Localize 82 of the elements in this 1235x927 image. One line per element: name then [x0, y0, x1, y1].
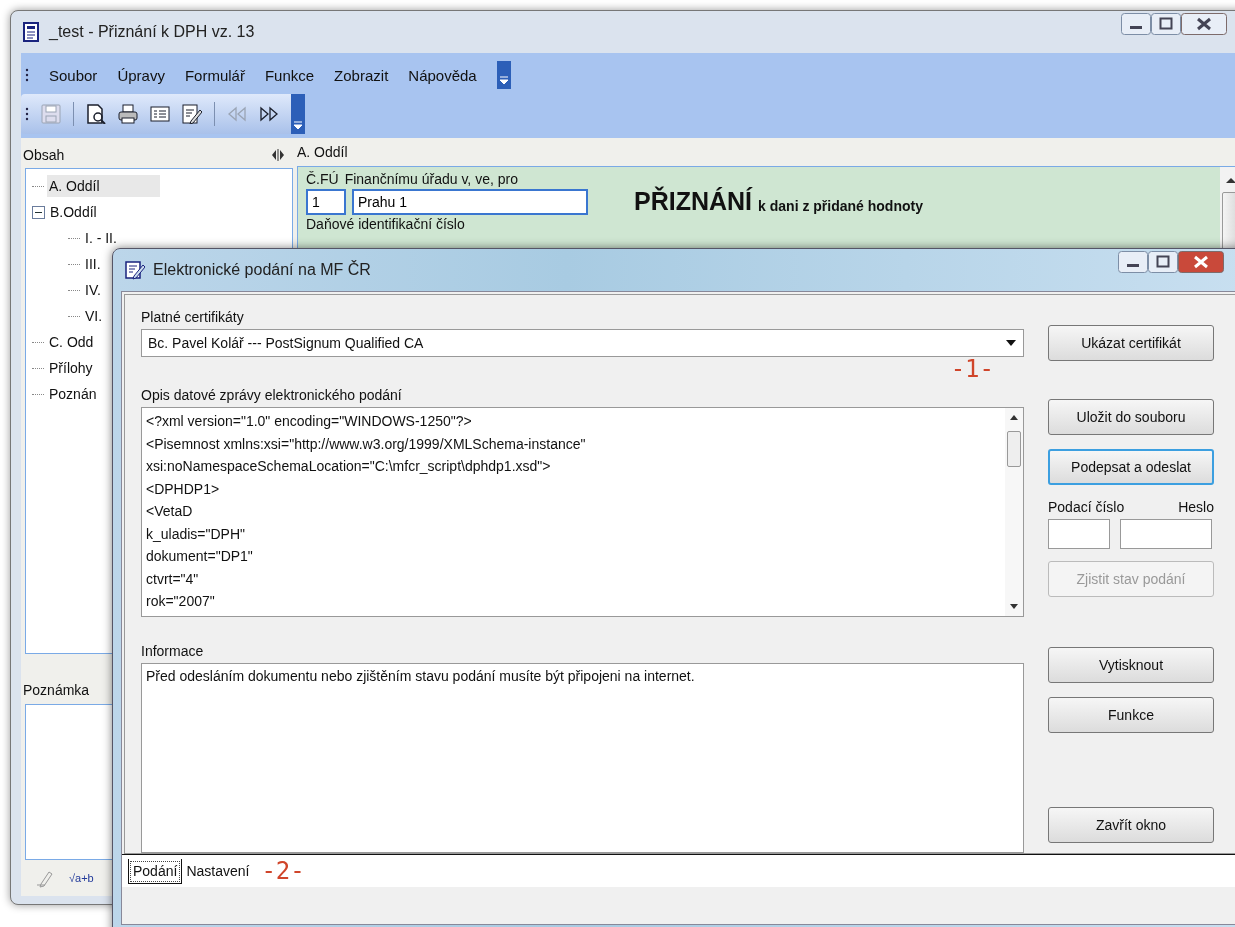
field-label: Opis datové zprávy elektronického podání: [141, 386, 403, 403]
close-window-button[interactable]: Zavřít okno: [1048, 807, 1214, 843]
tree-item[interactable]: C. Odd: [47, 331, 96, 353]
field-label: Podací číslo: [1048, 499, 1125, 515]
text-line: ctvrt="4": [146, 569, 200, 589]
field-label: Heslo: [1178, 499, 1214, 515]
section-title: A. Oddíl: [297, 144, 349, 162]
overflow-chevron-icon[interactable]: [496, 61, 511, 89]
grip-icon[interactable]: [25, 67, 29, 83]
form-subheading: k dani z přidané hodnoty: [758, 197, 923, 214]
scroll-down-icon[interactable]: [1009, 603, 1019, 610]
text-line: <VetaD: [146, 502, 194, 521]
edit-document-icon[interactable]: [125, 260, 145, 280]
field-label: Č.FÚ: [306, 171, 339, 187]
annotation-label: -2-: [261, 859, 305, 883]
tree-item[interactable]: I. - II.: [83, 227, 119, 249]
menu-item[interactable]: Úpravy: [117, 66, 165, 84]
text-line: rok="2007": [146, 592, 216, 611]
text-line: <DPHDP1>: [146, 479, 221, 499]
password-field[interactable]: [1120, 519, 1212, 549]
window-title: _test - Přiznání k DPH vz. 13: [49, 23, 255, 41]
formula-tool[interactable]: √a+b: [69, 872, 94, 884]
minimize-icon[interactable]: [1118, 251, 1148, 273]
menu-item[interactable]: Zobrazit: [334, 66, 389, 84]
tree-item[interactable]: B.Oddíl: [48, 201, 99, 223]
pane-title: Poznámka: [22, 682, 91, 700]
menu-item[interactable]: Funkce: [264, 66, 315, 84]
text-line: dokument="DP1": [146, 547, 254, 566]
show-certificate-button[interactable]: Ukázat certifikát: [1048, 325, 1214, 361]
print-preview-icon[interactable]: [86, 104, 106, 124]
dialog-title: Elektronické podání na MF ČR: [153, 261, 371, 279]
tree-item[interactable]: IV.: [83, 279, 103, 301]
office-number-field[interactable]: 1: [306, 188, 346, 215]
splitter-icon[interactable]: [271, 149, 285, 161]
filing-number-field[interactable]: [1048, 519, 1110, 549]
form-heading: PŘIZNÁNÍ: [634, 187, 753, 216]
tree-item[interactable]: A. Oddíl: [47, 175, 160, 197]
text-line: xsi:noNamespaceSchemaLocation="C:\mfcr_script\dphdp1.xsd">: [146, 457, 552, 476]
office-field[interactable]: Prahu 1: [352, 188, 588, 215]
annotation-label: -1-: [950, 357, 994, 381]
close-icon[interactable]: [1178, 251, 1224, 273]
grip-icon[interactable]: [25, 106, 29, 122]
tree-item[interactable]: Poznán: [47, 383, 99, 405]
tree-item[interactable]: Přílohy: [47, 357, 95, 379]
text-line: <Pisemnost xmlns:xsi="http://www.w3.org/1999/XMLSchema-instance": [146, 434, 587, 454]
scroll-thumb[interactable]: [1007, 431, 1021, 467]
certificate-dropdown[interactable]: Bc. Pavel Kolář --- PostSignum Qualified CA: [141, 329, 1024, 357]
overflow-chevron-icon[interactable]: [291, 94, 305, 134]
action-button[interactable]: Funkce: [1048, 697, 1214, 733]
close-icon[interactable]: [1181, 13, 1227, 35]
double-right-arrow-icon[interactable]: [259, 104, 279, 124]
text-line: <?xml version="1.0" encoding="WINDOWS-1250"?>: [146, 412, 473, 431]
pane-title: Obsah: [23, 147, 65, 163]
tab[interactable]: Nastavení: [182, 859, 254, 883]
action-button[interactable]: Vytisknout: [1048, 647, 1214, 683]
printer-icon[interactable]: [118, 104, 138, 124]
scrollbar[interactable]: [1005, 408, 1023, 616]
scroll-up-icon[interactable]: [1225, 177, 1235, 184]
field-label: Daňové identifikační číslo: [306, 216, 466, 232]
tree-item[interactable]: VI.: [83, 305, 105, 327]
menu-item[interactable]: Soubor: [49, 66, 98, 84]
text-line: k_uladis="DPH": [146, 524, 247, 544]
field-label: Informace: [141, 642, 205, 659]
maximize-icon[interactable]: [1151, 13, 1181, 35]
edit-document-icon[interactable]: [182, 104, 202, 124]
tab[interactable]: Podání: [128, 858, 183, 884]
form-icon[interactable]: [150, 104, 170, 124]
field-label: Finančnímu úřadu v, ve, pro: [344, 171, 518, 187]
field-label: Platné certifikáty: [141, 308, 245, 325]
message-text-area[interactable]: [141, 407, 1024, 617]
menu-item[interactable]: Nápověda: [408, 66, 477, 84]
action-button[interactable]: Uložit do souboru: [1048, 399, 1214, 435]
menu-item[interactable]: Formulář: [184, 66, 245, 84]
minimize-icon[interactable]: [1121, 13, 1151, 35]
dropdown-arrow-icon[interactable]: [1005, 339, 1017, 347]
action-button[interactable]: Podepsat a odeslat: [1048, 449, 1214, 485]
scroll-up-icon[interactable]: [1009, 414, 1019, 421]
collapse-icon[interactable]: [32, 205, 45, 219]
info-text: Před odesláním dokumentu nebo zjištěním stavu podání musíte být připojeni na internet.: [141, 663, 1024, 853]
document-icon[interactable]: [23, 22, 39, 42]
tree-item[interactable]: III.: [83, 253, 103, 275]
maximize-icon[interactable]: [1148, 251, 1178, 273]
